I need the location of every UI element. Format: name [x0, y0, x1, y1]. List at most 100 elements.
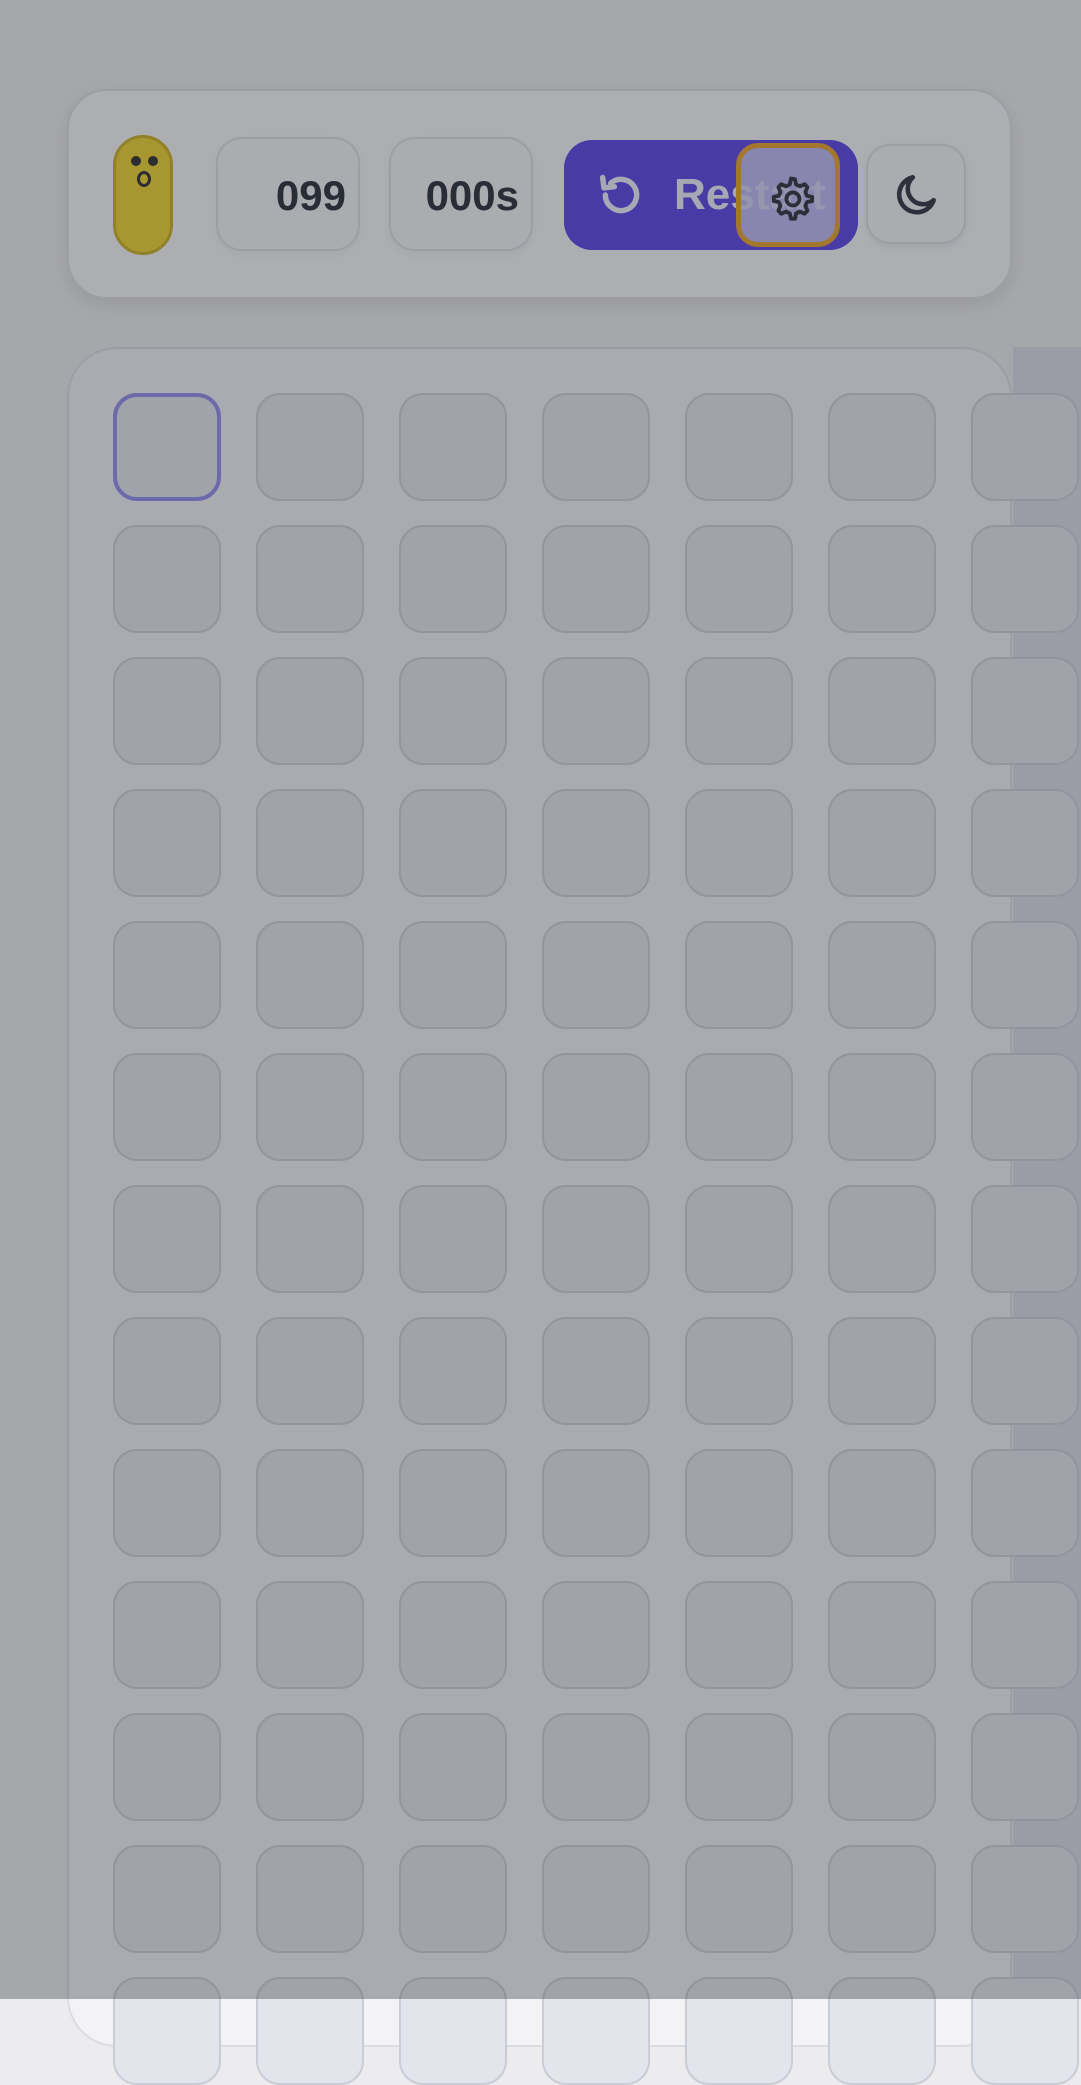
smiley-eye-icon: [131, 156, 141, 166]
board-cell[interactable]: [256, 657, 364, 765]
board-cell[interactable]: [542, 1713, 650, 1821]
board-cell[interactable]: [828, 921, 936, 1029]
board-cell[interactable]: [828, 657, 936, 765]
board-cell[interactable]: [256, 393, 364, 501]
board-cell[interactable]: [685, 921, 793, 1029]
board-cell[interactable]: [828, 393, 936, 501]
board-cell[interactable]: [971, 525, 1079, 633]
board-cell[interactable]: [828, 1845, 936, 1953]
board-cell[interactable]: [399, 393, 507, 501]
board-cell[interactable]: [685, 1713, 793, 1821]
board-cell[interactable]: [399, 789, 507, 897]
board-cell[interactable]: [971, 921, 1079, 1029]
board-cell[interactable]: [256, 525, 364, 633]
board-cell[interactable]: [685, 1581, 793, 1689]
board-cell[interactable]: [971, 1977, 1079, 2085]
board-cell[interactable]: [971, 1449, 1079, 1557]
board-cell[interactable]: [542, 1185, 650, 1293]
board-cell[interactable]: [113, 393, 221, 501]
board-cell[interactable]: [542, 393, 650, 501]
board-cell[interactable]: [113, 921, 221, 1029]
board-cell[interactable]: [971, 1053, 1079, 1161]
settings-button[interactable]: [736, 143, 840, 247]
board-cell[interactable]: [256, 1449, 364, 1557]
board-cell[interactable]: [113, 657, 221, 765]
board-cell[interactable]: [971, 1317, 1079, 1425]
mine-counter-value: 099: [275, 172, 346, 219]
board-cell[interactable]: [828, 1581, 936, 1689]
smiley-face-button[interactable]: [113, 135, 173, 255]
board-cell[interactable]: [542, 1317, 650, 1425]
board-cell[interactable]: [971, 657, 1079, 765]
board-cell[interactable]: [256, 1713, 364, 1821]
board-cell[interactable]: [971, 1713, 1079, 1821]
board-cell[interactable]: [542, 1581, 650, 1689]
board-cell[interactable]: [399, 1449, 507, 1557]
board-cell[interactable]: [685, 1845, 793, 1953]
board-cell[interactable]: [113, 1581, 221, 1689]
board-cell[interactable]: [685, 1053, 793, 1161]
board-cell[interactable]: [256, 1185, 364, 1293]
board-cell[interactable]: [113, 1713, 221, 1821]
board-cell[interactable]: [828, 1713, 936, 1821]
board-cell[interactable]: [828, 525, 936, 633]
timer: 000s: [389, 137, 533, 251]
board-cell[interactable]: [399, 525, 507, 633]
board-cell[interactable]: [399, 1713, 507, 1821]
board-cell[interactable]: [828, 1317, 936, 1425]
board-cell[interactable]: [542, 1845, 650, 1953]
board-cell[interactable]: [256, 1581, 364, 1689]
board-cell[interactable]: [542, 921, 650, 1029]
board-cell[interactable]: [256, 1977, 364, 2085]
board-cell[interactable]: [113, 1185, 221, 1293]
mine-counter: 099: [216, 137, 360, 251]
board-cell[interactable]: [256, 1845, 364, 1953]
board-cell[interactable]: [828, 1053, 936, 1161]
board-cell[interactable]: [542, 1053, 650, 1161]
smiley-mouth-icon: [137, 171, 151, 187]
board-cell[interactable]: [685, 789, 793, 897]
board-cell[interactable]: [113, 1317, 221, 1425]
board-cell[interactable]: [685, 393, 793, 501]
board-cell[interactable]: [113, 1845, 221, 1953]
board-cell[interactable]: [685, 525, 793, 633]
board-cell[interactable]: [971, 1581, 1079, 1689]
board-cell[interactable]: [399, 1845, 507, 1953]
board-cell[interactable]: [685, 1185, 793, 1293]
restart-icon: [599, 174, 640, 214]
board-cell[interactable]: [256, 1053, 364, 1161]
board-cell[interactable]: [971, 1185, 1079, 1293]
board-cell[interactable]: [399, 1977, 507, 2085]
theme-toggle-button[interactable]: [866, 144, 966, 244]
board-cell[interactable]: [828, 1185, 936, 1293]
board-cell[interactable]: [113, 1977, 221, 2085]
board-cell[interactable]: [542, 789, 650, 897]
board-cell[interactable]: [685, 1977, 793, 2085]
board-cell[interactable]: [971, 393, 1079, 501]
board-cell[interactable]: [971, 1845, 1079, 1953]
board-cell[interactable]: [256, 1317, 364, 1425]
board-cell[interactable]: [828, 1449, 936, 1557]
board-cell[interactable]: [113, 1053, 221, 1161]
board-cell[interactable]: [399, 1053, 507, 1161]
board-cell[interactable]: [542, 1449, 650, 1557]
board-cell[interactable]: [399, 921, 507, 1029]
board-cell[interactable]: [256, 921, 364, 1029]
board-cell[interactable]: [971, 789, 1079, 897]
board-cell[interactable]: [828, 1977, 936, 2085]
board-cell[interactable]: [256, 789, 364, 897]
board-cell[interactable]: [399, 1317, 507, 1425]
board-cell[interactable]: [113, 525, 221, 633]
board-cell[interactable]: [113, 789, 221, 897]
board-cell[interactable]: [685, 1317, 793, 1425]
board-cell[interactable]: [113, 1449, 221, 1557]
board-cell[interactable]: [399, 1581, 507, 1689]
board-cell[interactable]: [685, 657, 793, 765]
board-cell[interactable]: [828, 789, 936, 897]
board-cell[interactable]: [542, 1977, 650, 2085]
board-cell[interactable]: [685, 1449, 793, 1557]
board-cell[interactable]: [399, 657, 507, 765]
board-cell[interactable]: [542, 525, 650, 633]
board-cell[interactable]: [399, 1185, 507, 1293]
board-cell[interactable]: [542, 657, 650, 765]
